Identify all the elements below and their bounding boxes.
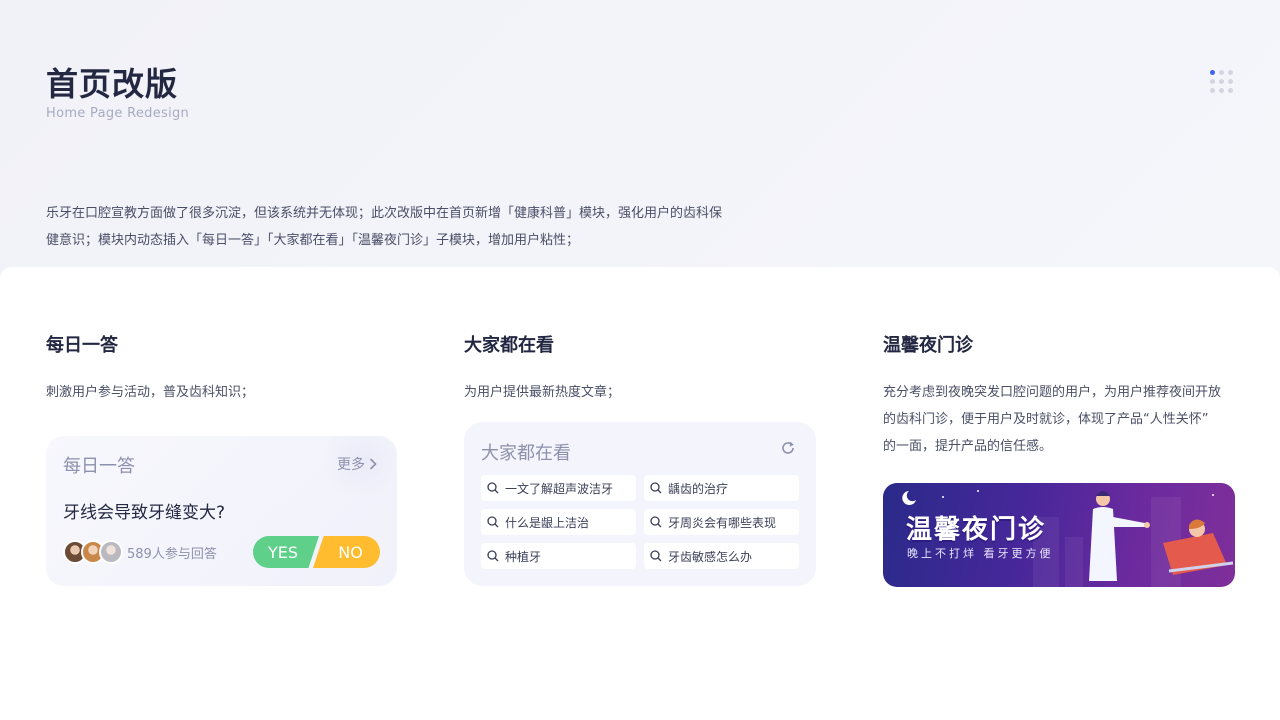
grid-dots-icon[interactable] xyxy=(1210,70,1236,96)
page-title: 首页改版 xyxy=(46,65,179,103)
refresh-icon[interactable] xyxy=(780,440,796,456)
article-list: 一文了解超声波洁牙 龋齿的治疗 什么是龈上洁治 牙周炎会有哪些表现 种植牙 牙齿… xyxy=(481,475,799,569)
section-popular: 大家都在看 为用户提供最新热度文章； xyxy=(464,335,620,406)
article-chip[interactable]: 一文了解超声波洁牙 xyxy=(481,475,636,501)
article-chip[interactable]: 牙周炎会有哪些表现 xyxy=(644,509,799,535)
article-chip[interactable]: 牙齿敏感怎么办 xyxy=(644,543,799,569)
article-chip[interactable]: 龋齿的治疗 xyxy=(644,475,799,501)
card-title: 每日一答 xyxy=(63,456,135,477)
search-icon xyxy=(650,550,662,562)
card-title: 大家都在看 xyxy=(481,443,571,464)
banner-subtitle: 晚上不打烊 看牙更方便 xyxy=(907,547,1054,560)
avatar-group xyxy=(63,540,123,564)
section-desc: 为用户提供最新热度文章； xyxy=(464,385,621,400)
popular-card: 大家都在看 一文了解超声波洁牙 龋齿的治疗 什么是龈上洁治 牙周炎会有哪些表现 … xyxy=(464,422,816,586)
search-icon xyxy=(487,516,499,528)
section-daily-answer: 每日一答 刺激用户参与活动，普及齿科知识； xyxy=(46,335,254,406)
night-clinic-banner[interactable]: 温馨夜门诊 晚上不打烊 看牙更方便 xyxy=(883,483,1235,587)
question-text: 牙线会导致牙缝变大? xyxy=(63,503,226,523)
page-subtitle: Home Page Redesign xyxy=(46,106,190,121)
page-header: 首页改版 Home Page Redesign xyxy=(46,64,189,121)
search-icon xyxy=(650,482,662,494)
search-icon xyxy=(650,516,662,528)
section-title: 温馨夜门诊 xyxy=(883,335,973,356)
chevron-right-icon xyxy=(369,458,377,470)
more-link[interactable]: 更多 xyxy=(337,454,377,474)
section-title: 每日一答 xyxy=(46,335,118,356)
avatar xyxy=(99,540,123,564)
search-icon xyxy=(487,482,499,494)
no-button[interactable]: NO xyxy=(313,536,380,568)
section-desc: 刺激用户参与活动，普及齿科知识； xyxy=(46,385,255,400)
daily-answer-card: 每日一答 更多 牙线会导致牙缝变大? 589人参与回答 YES NO xyxy=(46,436,397,586)
section-title: 大家都在看 xyxy=(464,335,554,356)
article-chip[interactable]: 什么是龈上洁治 xyxy=(481,509,636,535)
intro-text: 乐牙在口腔宣教方面做了很多沉淀，但该系统并无体现；此次改版中在首页新增「健康科普… xyxy=(46,206,723,248)
participants-count: 589人参与回答 xyxy=(127,547,217,562)
section-desc: 充分考虑到夜晚突发口腔问题的用户，为用户推荐夜间开放 的齿科门诊，便于用户及时就… xyxy=(883,385,1222,454)
banner-title: 温馨夜门诊 xyxy=(906,515,1047,545)
search-icon xyxy=(487,550,499,562)
yes-button[interactable]: YES xyxy=(253,536,319,568)
article-chip[interactable]: 种植牙 xyxy=(481,543,636,569)
section-night-clinic: 温馨夜门诊 充分考虑到夜晚突发口腔问题的用户，为用户推荐夜间开放 的齿科门诊，便… xyxy=(883,335,1221,460)
